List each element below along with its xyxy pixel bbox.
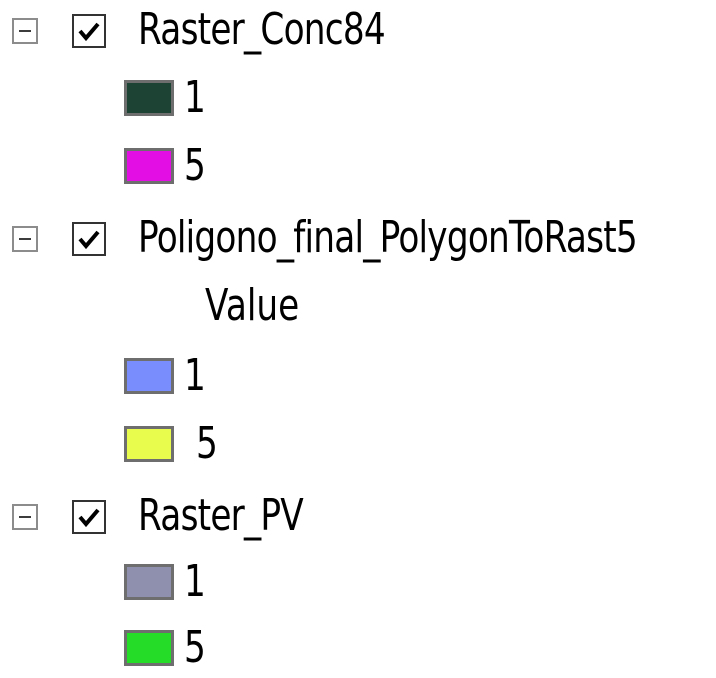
legend-swatch	[124, 630, 174, 666]
collapse-layer-raster-pv-icon[interactable]	[12, 504, 38, 530]
table-of-contents: Raster_Conc84 1 5 Poligono_final_Polygon…	[0, 0, 716, 673]
legend-class-label: 1	[184, 350, 206, 401]
legend-class-label: 5	[184, 140, 206, 191]
legend-swatch	[124, 564, 174, 600]
layer-visibility-checkbox-raster-pv[interactable]	[72, 500, 106, 534]
legend-swatch	[124, 358, 174, 394]
legend-swatch	[124, 80, 174, 116]
checkmark-icon	[78, 230, 100, 250]
legend-swatch	[124, 148, 174, 184]
collapse-layer-raster-conc84-icon[interactable]	[12, 18, 38, 44]
legend-class-label: 5	[184, 622, 206, 673]
legend-field-label: Value	[205, 280, 300, 331]
legend-swatch	[124, 426, 174, 462]
legend-class-label: 1	[184, 72, 206, 123]
layer-visibility-checkbox-poligono-final[interactable]	[72, 222, 106, 256]
layer-name[interactable]: Raster_PV	[138, 486, 304, 546]
layer-name[interactable]: Raster_Conc84	[138, 0, 386, 60]
checkmark-icon	[78, 22, 100, 42]
collapse-layer-poligono-final-icon[interactable]	[12, 226, 38, 252]
legend-class-label: 1	[184, 556, 206, 607]
legend-class-label: 5	[196, 418, 218, 469]
checkmark-icon	[78, 508, 100, 528]
layer-visibility-checkbox-raster-conc84[interactable]	[72, 14, 106, 48]
layer-name[interactable]: Poligono_final_PolygonToRast5	[138, 208, 638, 268]
